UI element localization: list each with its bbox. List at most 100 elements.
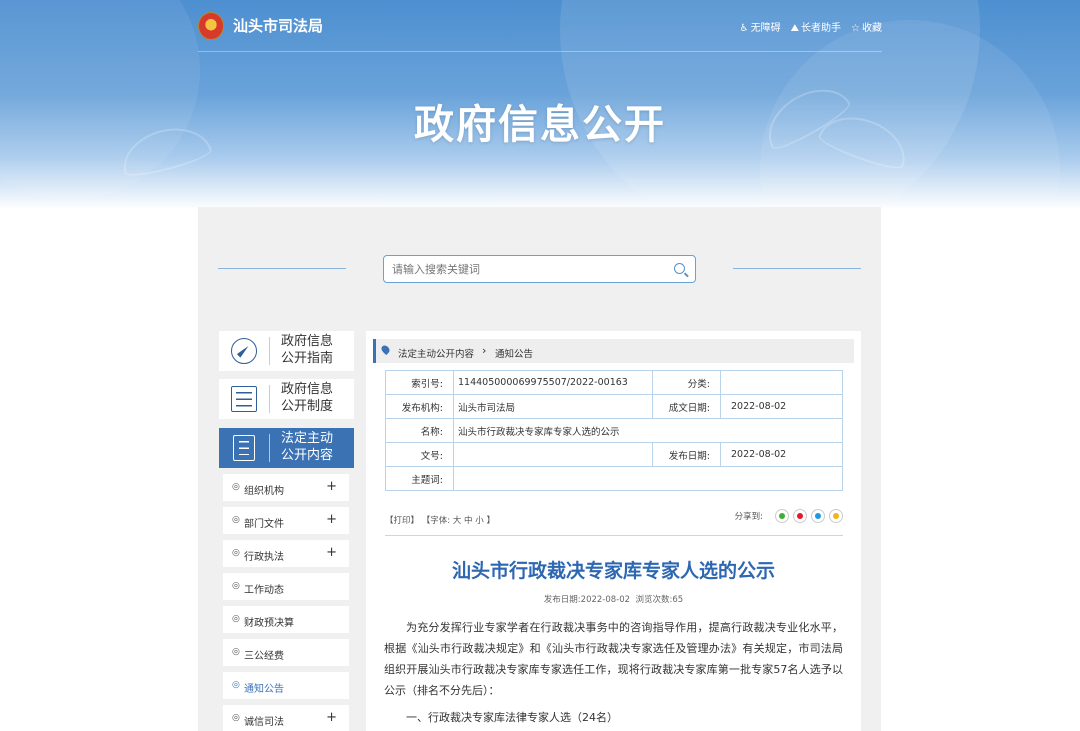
breadcrumb-parent[interactable]: 法定主动公开内容 [398, 346, 474, 360]
site-name[interactable]: 汕头市司法局 [233, 15, 323, 36]
elderly-icon: ⛰ [790, 23, 800, 34]
card-divider [269, 434, 270, 462]
expand-icon[interactable]: + [326, 710, 337, 725]
main-panel: 政府信息公开指南 政府信息公开制度 法定主动公开内容 ◎ 组织机构 + ◎ 部门… [198, 207, 881, 731]
search-icon[interactable] [674, 263, 685, 274]
meta-value [453, 442, 653, 467]
bullet-icon: ◎ [232, 482, 240, 492]
article-body: 为充分发挥行业专家学者在行政裁决事务中的咨询指导作用，提高行政裁决专业化水平，根… [384, 621, 843, 697]
meta-label: 分类: [652, 370, 721, 395]
font-size-label: 【字体: [421, 516, 451, 526]
search-divider-right [733, 268, 861, 269]
national-emblem-icon [198, 12, 224, 40]
font-medium-button[interactable]: 中 [464, 516, 473, 526]
sidebar-item-label: 三公经费 [244, 651, 284, 662]
bullet-icon: ◎ [232, 581, 240, 591]
banner-title: 政府信息公开 [414, 102, 666, 148]
expand-icon[interactable]: + [326, 512, 337, 527]
meta-value: 114405000069975507/2022-00163 [453, 370, 653, 395]
sidebar-item-label: 部门文件 [244, 519, 284, 530]
article-section-heading: 一、行政裁决专家库法律专家人选（24名） [406, 711, 618, 724]
sidebar-card-system[interactable]: 政府信息 公开制度 [219, 379, 354, 419]
share-label: 分享到: [734, 512, 763, 522]
sidebar-item-integrity-justice[interactable]: ◎ 诚信司法 + [223, 705, 349, 731]
font-small-button[interactable]: 小 [475, 516, 484, 526]
qzone-icon[interactable] [829, 509, 843, 523]
favorite-link[interactable]: ☆ 收藏 [851, 19, 882, 34]
compass-icon [231, 338, 257, 364]
header-banner: 汕头市司法局 ♿ 无障碍 ⛰ 长者助手 ☆ 收藏 政府信息公开 [0, 0, 1080, 210]
meta-value: 2022-08-02 [720, 442, 843, 467]
card-label: 政府信息 公开制度 [281, 382, 334, 414]
publish-date-label: 发布日期: [543, 595, 581, 605]
location-pin-icon [379, 343, 392, 356]
sidebar-item-department-docs[interactable]: ◎ 部门文件 + [223, 507, 349, 534]
meta-value: 2022-08-02 [720, 394, 843, 419]
font-size-end: 】 [486, 516, 495, 526]
qq-icon[interactable] [811, 509, 825, 523]
bullet-icon: ◎ [232, 614, 240, 624]
bullet-icon: ◎ [232, 647, 240, 657]
list-icon [231, 386, 257, 412]
sidebar-item-notices[interactable]: ◎ 通知公告 [223, 672, 349, 699]
sidebar-item-law-enforcement[interactable]: ◎ 行政执法 + [223, 540, 349, 567]
article-content: 法定主动公开内容 › 通知公告 索引号: 114405000069975507/… [366, 331, 861, 731]
header-tools: ♿ 无障碍 ⛰ 长者助手 ☆ 收藏 [740, 19, 882, 34]
sidebar-item-work-news[interactable]: ◎ 工作动态 [223, 573, 349, 600]
divider [385, 535, 843, 536]
sidebar-item-label: 工作动态 [244, 585, 284, 596]
bullet-icon: ◎ [232, 515, 240, 525]
meta-value: 汕头市司法局 [453, 394, 653, 419]
article-title: 汕头市行政裁决专家库专家人选的公示 [451, 560, 775, 582]
accessibility-icon: ♿ [739, 23, 749, 34]
weibo-icon[interactable] [793, 509, 807, 523]
card-divider [269, 337, 270, 365]
card-divider [269, 385, 270, 413]
sidebar-item-organization[interactable]: ◎ 组织机构 + [223, 474, 349, 501]
views-count: 65 [672, 595, 684, 605]
article-meta: 发布日期:2022-08-02 浏览次数:65 [366, 593, 861, 605]
search-box [383, 255, 696, 283]
expand-icon[interactable]: + [326, 479, 337, 494]
sidebar-item-label: 通知公告 [244, 684, 284, 695]
sidebar-card-guide[interactable]: 政府信息 公开指南 [219, 331, 354, 371]
breadcrumb-current[interactable]: 通知公告 [495, 346, 533, 360]
accessibility-label: 无障碍 [750, 23, 781, 34]
sidebar-item-three-expenses[interactable]: ◎ 三公经费 [223, 639, 349, 666]
meta-label: 名称: [385, 418, 454, 443]
sidebar-item-label: 组织机构 [244, 486, 284, 497]
document-icon [233, 435, 255, 461]
favorite-label: 收藏 [862, 23, 882, 34]
meta-label: 成文日期: [652, 394, 721, 419]
star-icon: ☆ [851, 23, 860, 34]
meta-label: 文号: [385, 442, 454, 467]
expand-icon[interactable]: + [326, 545, 337, 560]
chevron-right-icon: › [482, 344, 487, 357]
sidebar-item-label: 财政预决算 [244, 618, 294, 629]
print-button[interactable]: 【打印】 [385, 516, 419, 526]
meta-label: 发布机构: [385, 394, 454, 419]
meta-label: 主题词: [385, 466, 454, 491]
document-meta-table: 索引号: 114405000069975507/2022-00163 分类: 发… [385, 370, 843, 491]
font-large-button[interactable]: 大 [453, 516, 462, 526]
views-label: 浏览次数: [635, 595, 673, 605]
elderly-assistant-link[interactable]: ⛰ 长者助手 [791, 19, 841, 34]
meta-value [720, 370, 843, 395]
sidebar-card-statutory[interactable]: 法定主动 公开内容 [219, 428, 354, 468]
breadcrumb: 法定主动公开内容 › 通知公告 [373, 339, 854, 363]
sidebar-item-budget[interactable]: ◎ 财政预决算 [223, 606, 349, 633]
top-bar: 汕头市司法局 ♿ 无障碍 ⛰ 长者助手 ☆ 收藏 [198, 0, 882, 52]
search-divider-left [218, 268, 346, 269]
accessibility-link[interactable]: ♿ 无障碍 [740, 19, 781, 34]
share-bar: 分享到: [735, 509, 843, 523]
publish-date: 2022-08-02 [580, 595, 631, 605]
card-label: 法定主动 公开内容 [281, 431, 334, 463]
wechat-icon[interactable] [775, 509, 789, 523]
search-input[interactable] [384, 256, 654, 282]
meta-value: 汕头市行政裁决专家库专家人选的公示 [453, 418, 843, 443]
bullet-icon: ◎ [232, 713, 240, 723]
article-toolbar: 【打印】 【字体: 大 中 小 】 分享到: [385, 509, 843, 529]
bullet-icon: ◎ [232, 680, 240, 690]
card-label: 政府信息 公开指南 [281, 334, 334, 366]
meta-label: 发布日期: [652, 442, 721, 467]
